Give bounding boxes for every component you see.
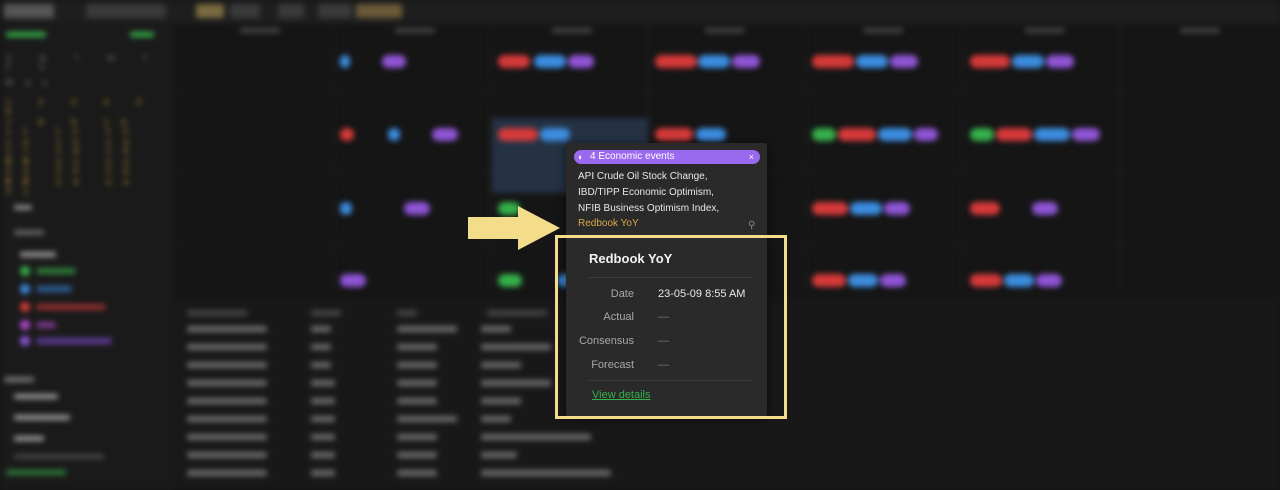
toolbar-button: [356, 4, 402, 18]
search-icon[interactable]: ⚲: [748, 220, 755, 231]
sidebar: S M T W T F S May 1 2 3 4 5 6 7 8 9 10 1…: [0, 22, 175, 490]
toolbar-button: [278, 4, 304, 18]
event-item[interactable]: NFIB Business Optimism Index,: [578, 203, 719, 214]
event-item-selected[interactable]: Redbook YoY: [578, 218, 639, 229]
close-icon[interactable]: ×: [749, 150, 754, 164]
arrow-annotation: [468, 206, 560, 250]
toolbar-button: [4, 4, 54, 18]
toolbar-button: [196, 4, 224, 18]
toolbar-field: [86, 4, 166, 18]
toolbar: [0, 0, 1280, 23]
toolbar-button: [230, 4, 260, 18]
event-item[interactable]: API Crude Oil Stock Change,: [578, 171, 708, 182]
events-header: ◐ 4 Economic events ×: [574, 150, 760, 164]
calendar-icon: ◐: [578, 152, 584, 162]
toolbar-button: [318, 4, 352, 18]
events-header-title: 4 Economic events: [590, 151, 675, 162]
highlight-box: [555, 235, 787, 419]
event-item[interactable]: IBD/TIPP Economic Optimism,: [578, 187, 714, 198]
